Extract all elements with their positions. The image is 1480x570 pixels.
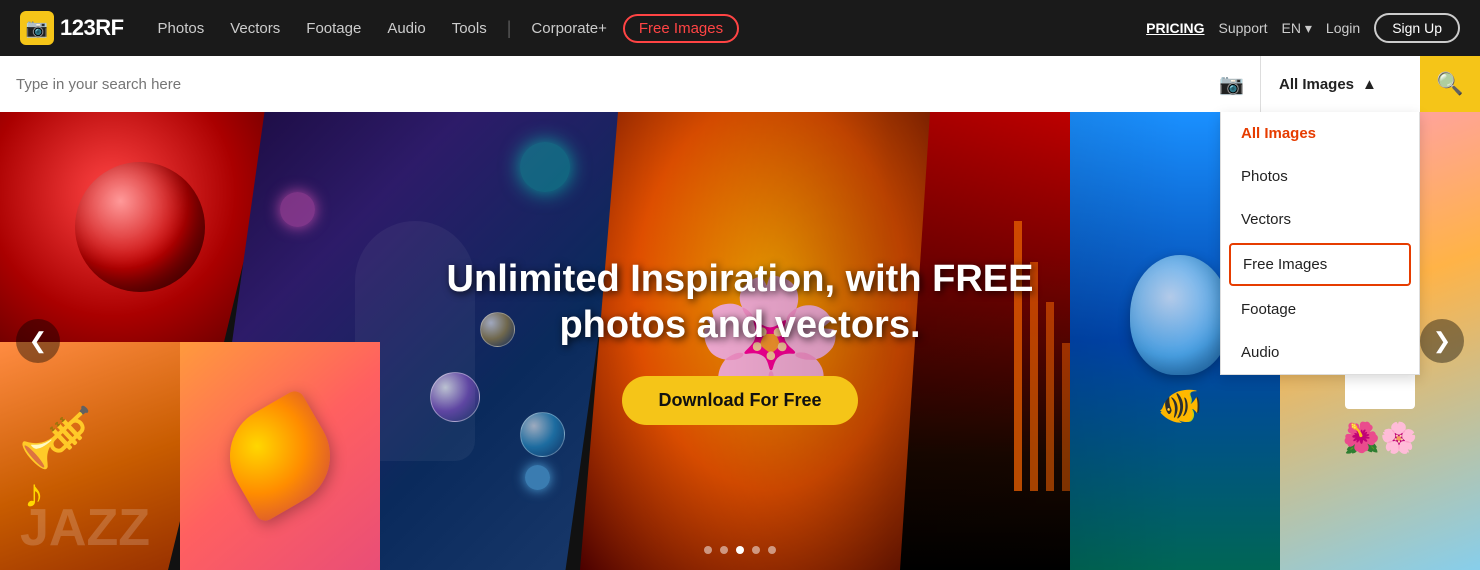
nav-login[interactable]: Login [1326, 20, 1360, 36]
carousel-next-button[interactable]: ❯ [1420, 319, 1464, 363]
nav-support[interactable]: Support [1219, 20, 1268, 36]
dropdown-footage[interactable]: Footage [1221, 288, 1419, 331]
trumpet-icon: 🎺 [18, 402, 93, 473]
hero-title: Unlimited Inspiration, with FREE photos … [400, 257, 1080, 348]
chevron-left-icon: ❮ [29, 328, 47, 354]
nav-free-images[interactable]: Free Images [623, 14, 739, 43]
search-bar: 📷 All Images ▲ 🔍 [0, 56, 1480, 112]
nav-signup[interactable]: Sign Up [1374, 13, 1460, 43]
carousel-dots [704, 546, 776, 554]
dropdown-vectors[interactable]: Vectors [1221, 198, 1419, 241]
dropdown-all-images[interactable]: All Images [1221, 112, 1419, 155]
carousel-dot-2[interactable] [720, 546, 728, 554]
nav-pricing[interactable]: PRICING [1146, 20, 1204, 36]
search-dropdown-menu: All Images Photos Vectors Free Images Fo… [1220, 112, 1420, 375]
logo-icon: 📷 [20, 11, 54, 45]
dropdown-photos-label: Photos [1241, 168, 1288, 185]
dropdown-all-images-label: All Images [1241, 125, 1316, 142]
carousel-dot-1[interactable] [704, 546, 712, 554]
logo-text: 123RF [60, 15, 124, 41]
search-input-wrap: 📷 [0, 56, 1260, 112]
search-button[interactable]: 🔍 [1420, 56, 1480, 112]
shell-shape [212, 388, 349, 525]
nav-lang[interactable]: EN ▾ [1282, 20, 1312, 37]
dropdown-audio[interactable]: Audio [1221, 331, 1419, 374]
navbar: 📷 123RF Photos Vectors Footage Audio Too… [0, 0, 1480, 56]
carousel-prev-button[interactable]: ❮ [16, 319, 60, 363]
nav-footage[interactable]: Footage [296, 14, 371, 43]
carousel-dot-5[interactable] [768, 546, 776, 554]
camera-icon[interactable]: 📷 [1219, 72, 1244, 97]
music-note: ♪ [24, 472, 44, 517]
nav-right: PRICING Support EN ▾ Login Sign Up [1146, 13, 1460, 43]
search-filter-dropdown[interactable]: All Images ▲ [1260, 56, 1420, 112]
dropdown-footage-label: Footage [1241, 301, 1296, 318]
nav-corporate[interactable]: Corporate+ [521, 14, 616, 43]
logo[interactable]: 📷 123RF [20, 11, 124, 45]
carousel-dot-3[interactable] [736, 546, 744, 554]
nav-links: Photos Vectors Footage Audio Tools | Cor… [148, 14, 1147, 43]
filter-label: All Images [1279, 76, 1354, 93]
dropdown-audio-label: Audio [1241, 344, 1279, 361]
search-input[interactable] [16, 76, 1211, 93]
nav-tools[interactable]: Tools [442, 14, 497, 43]
carousel-dot-4[interactable] [752, 546, 760, 554]
panel-shell [180, 342, 380, 570]
search-icon: 🔍 [1436, 71, 1463, 97]
nav-divider: | [507, 18, 512, 39]
dropdown-vectors-label: Vectors [1241, 211, 1291, 228]
dropdown-photos[interactable]: Photos [1221, 155, 1419, 198]
nav-vectors[interactable]: Vectors [220, 14, 290, 43]
dropdown-free-images-label: Free Images [1243, 256, 1327, 273]
search-bar-container: 📷 All Images ▲ 🔍 All Images Photos Vecto… [0, 56, 1480, 112]
dropdown-free-images[interactable]: Free Images [1229, 243, 1411, 286]
chevron-up-icon: ▲ [1362, 76, 1377, 93]
download-button[interactable]: Download For Free [622, 376, 857, 425]
nav-audio[interactable]: Audio [377, 14, 435, 43]
chevron-right-icon: ❯ [1433, 328, 1451, 354]
nav-photos[interactable]: Photos [148, 14, 215, 43]
